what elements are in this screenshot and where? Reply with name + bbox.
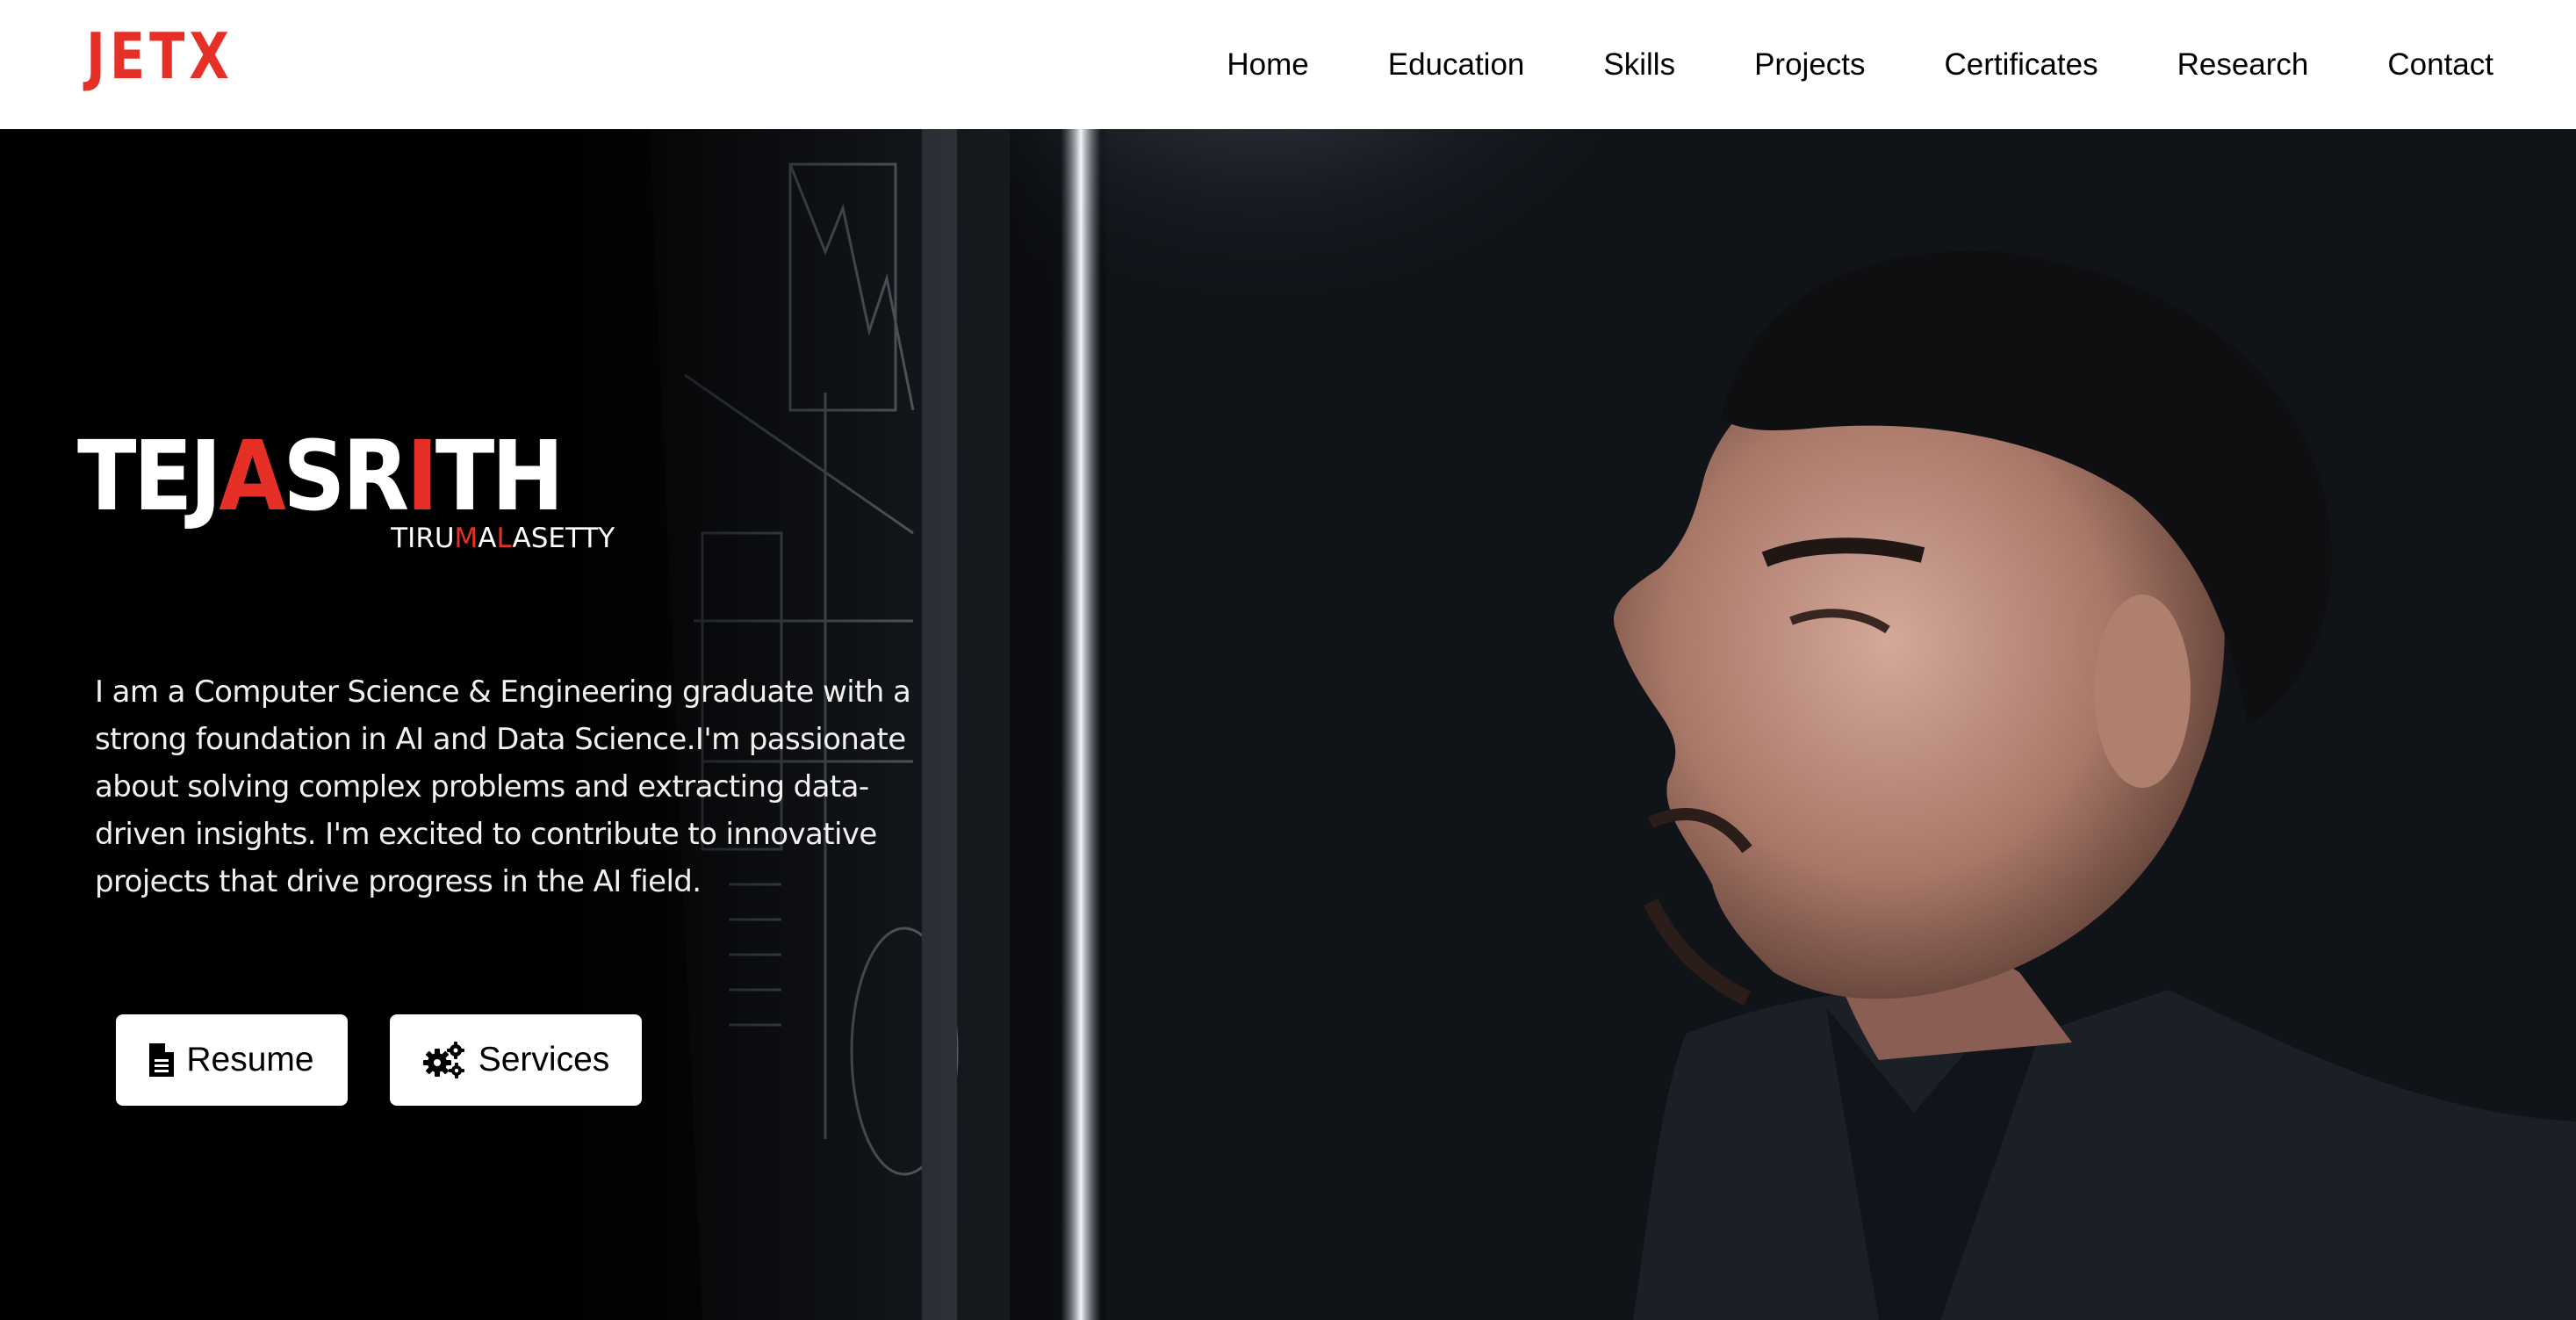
nav-home[interactable]: Home (1227, 47, 1308, 83)
hero-name: TEJASRITH TIRUMALASETTY (77, 420, 615, 554)
gears-icon (422, 1042, 464, 1078)
hero-bio: I am a Computer Science & Engineering gr… (95, 674, 911, 899)
resume-label: Resume (186, 1041, 314, 1078)
first-name: TEJASRITH (77, 420, 565, 532)
last-name: TIRUMALASETTY (391, 523, 615, 554)
hero-section: TEJASRITH TIRUMALASETTY I am a Computer … (0, 129, 2576, 1320)
nav-certificates[interactable]: Certificates (1945, 47, 2098, 83)
nav-skills[interactable]: Skills (1603, 47, 1675, 83)
main-nav: Home Education Skills Projects Certifica… (1227, 0, 2493, 129)
services-label: Services (478, 1041, 610, 1078)
nav-projects[interactable]: Projects (1754, 47, 1865, 83)
site-header: JETX Home Education Skills Projects Cert… (0, 0, 2576, 129)
nav-research[interactable]: Research (2177, 47, 2309, 83)
site-logo[interactable]: JETX (86, 25, 234, 88)
resume-button[interactable]: Resume (116, 1014, 348, 1106)
file-icon (149, 1043, 175, 1077)
nav-contact[interactable]: Contact (2387, 47, 2493, 83)
nav-education[interactable]: Education (1388, 47, 1525, 83)
services-button[interactable]: Services (390, 1014, 642, 1106)
